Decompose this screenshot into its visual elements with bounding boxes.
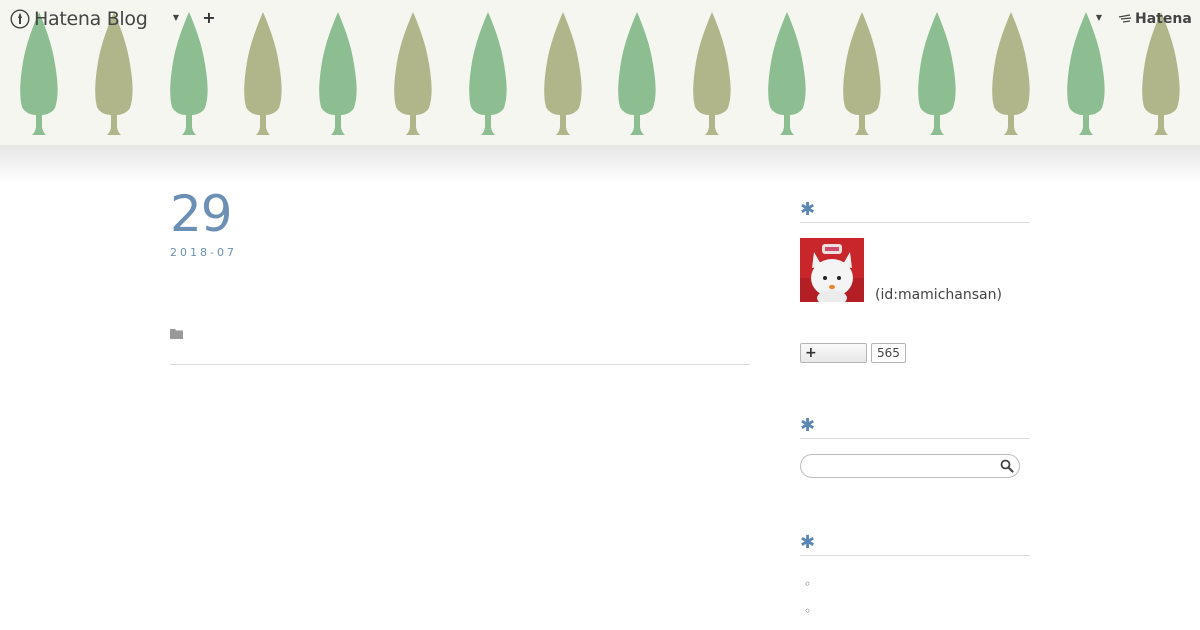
hatena-wing-icon	[1118, 14, 1132, 23]
asterisk-icon: ✱	[800, 199, 816, 220]
tree-icon	[1142, 12, 1180, 135]
caret-down-icon: ▼	[172, 13, 180, 22]
list-item[interactable]: ◦	[804, 577, 811, 591]
tree-icon	[693, 12, 731, 135]
entry-date-year-month[interactable]: 2018-07	[170, 246, 237, 259]
recent-entries-module-title: ✱	[800, 531, 1030, 556]
entry-divider	[170, 364, 750, 365]
list-item[interactable]: ◦	[804, 604, 811, 618]
user-menu-dropdown[interactable]: ▼	[1093, 10, 1105, 26]
hatena-blog-pen-icon	[10, 9, 30, 29]
tree-icon	[618, 12, 656, 135]
write-entry-button[interactable]: +	[201, 9, 217, 27]
hatena-text: Hatena	[1135, 11, 1192, 27]
subscriber-count[interactable]: 565	[871, 343, 906, 363]
search-input[interactable]	[800, 454, 1020, 478]
hatena-blog-logo[interactable]: Hatena Blog	[10, 7, 148, 31]
plus-icon: +	[202, 8, 216, 27]
tree-icon	[918, 12, 956, 135]
search-module-title: ✱	[800, 414, 1030, 439]
tree-icon	[244, 12, 282, 135]
profile-module-title: ✱	[800, 198, 1030, 223]
folder-icon	[170, 329, 183, 339]
tree-icon	[394, 12, 432, 135]
banner-shadow	[0, 145, 1200, 183]
tree-icon	[768, 12, 806, 135]
plus-icon: +	[805, 345, 817, 361]
tree-icon	[469, 12, 507, 135]
avatar-image	[800, 238, 864, 302]
tree-icon	[319, 12, 357, 135]
logo-text: Hatena Blog	[34, 8, 148, 30]
profile-user-id[interactable]: (id:mamichansan)	[875, 287, 1002, 303]
tree-icon	[170, 12, 208, 135]
tree-icon	[992, 12, 1030, 135]
caret-down-icon: ▼	[1095, 13, 1103, 22]
search-icon[interactable]	[1000, 459, 1014, 473]
blog-menu-dropdown[interactable]: ▼	[170, 10, 182, 26]
subscribe-button[interactable]: +	[800, 343, 867, 363]
entry-date-day[interactable]: 29	[170, 186, 233, 242]
hatena-logo[interactable]: Hatena	[1118, 9, 1192, 29]
asterisk-icon: ✱	[800, 532, 816, 553]
tree-icon	[544, 12, 582, 135]
avatar[interactable]	[800, 238, 864, 302]
tree-icon	[1067, 12, 1105, 135]
tree-icon	[843, 12, 881, 135]
asterisk-icon: ✱	[800, 415, 816, 436]
